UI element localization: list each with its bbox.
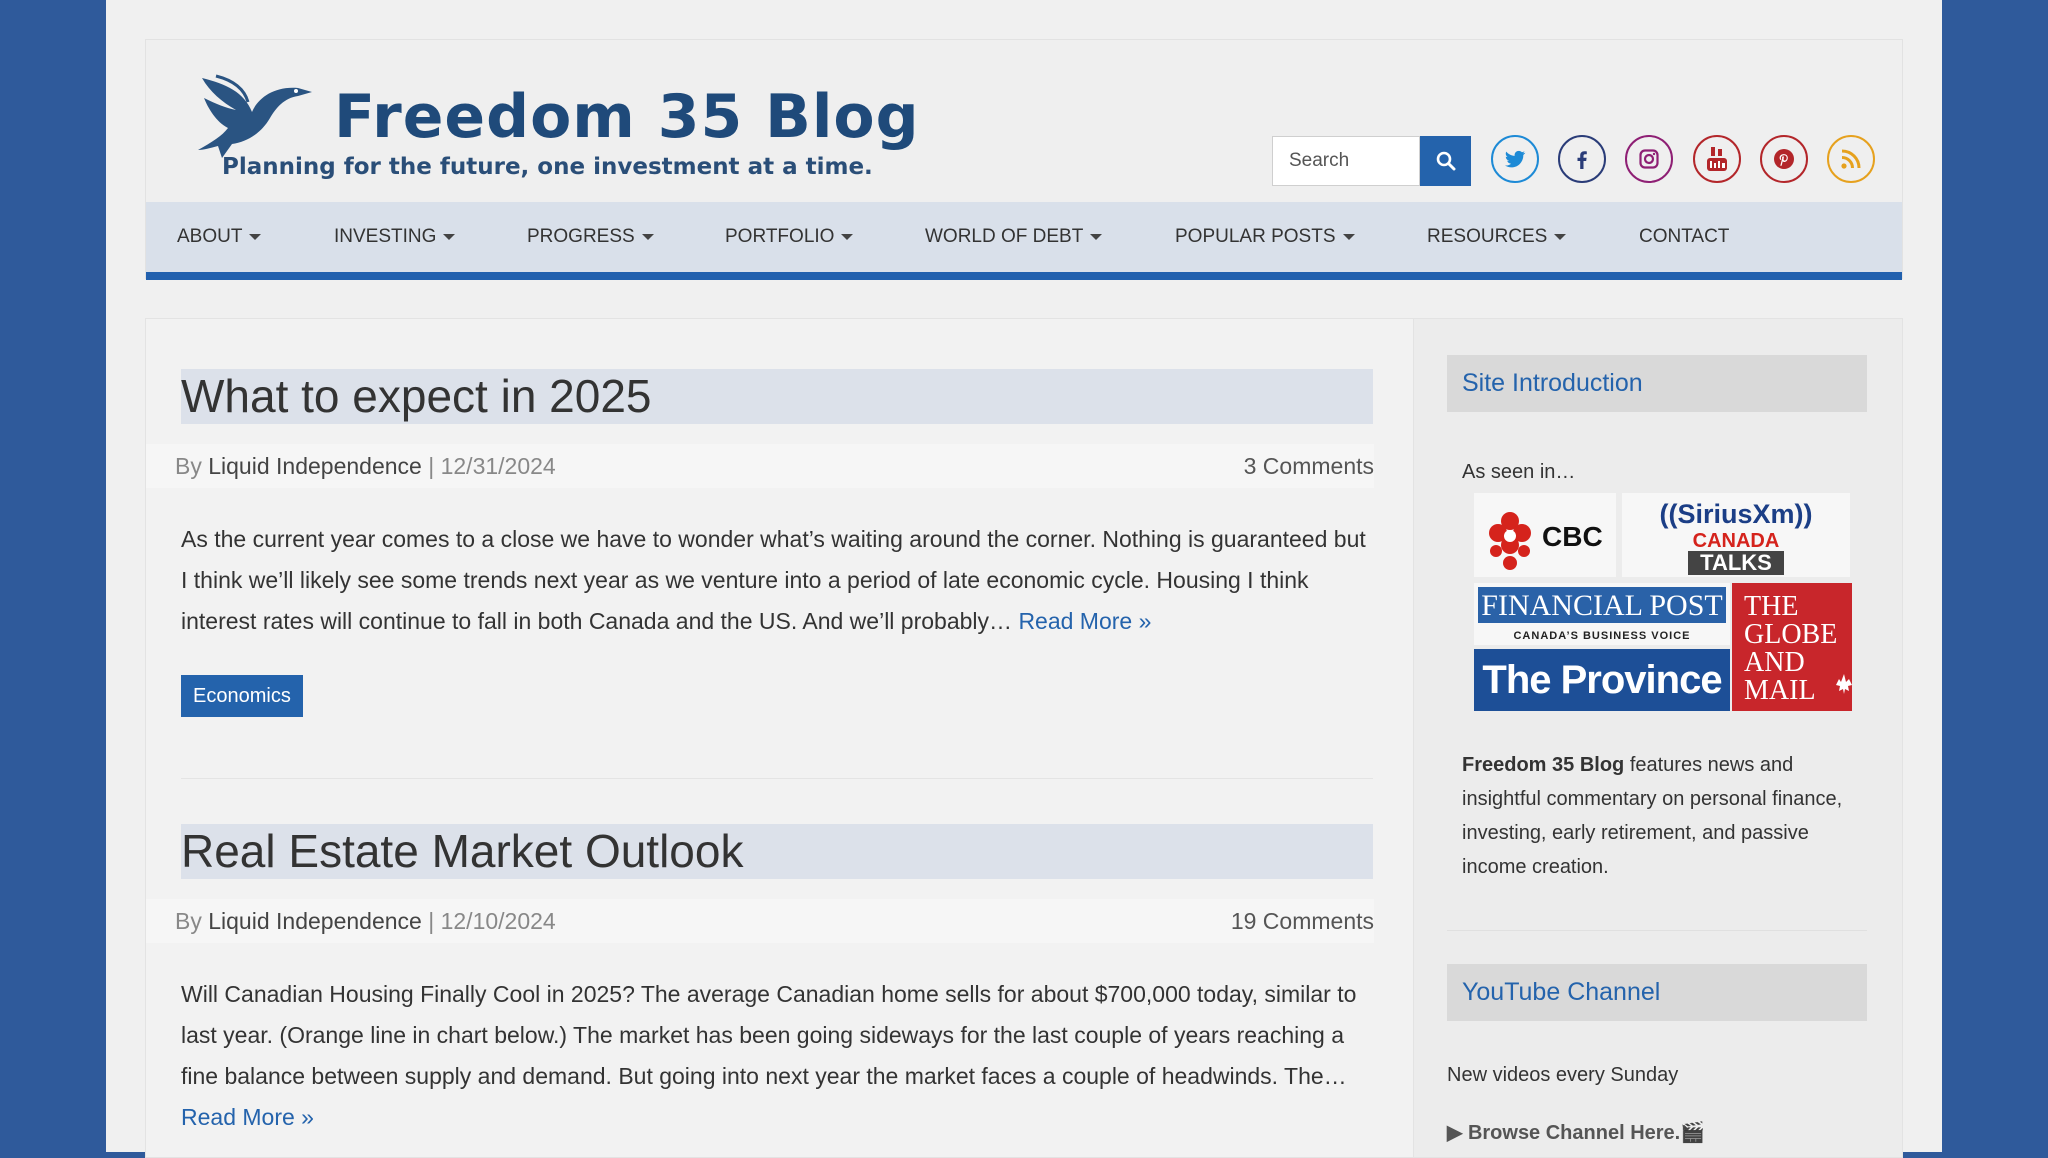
- post-title[interactable]: What to expect in 2025: [181, 369, 1373, 424]
- nav-label: Contact: [1639, 226, 1730, 247]
- pinterest-icon: [1774, 149, 1794, 169]
- post-date: 12/31/2024: [440, 453, 556, 479]
- rss-button[interactable]: [1827, 135, 1875, 183]
- nav-item-world-of-debt[interactable]: World of Debt: [925, 202, 1103, 272]
- intro-site-name: Freedom 35 Blog: [1462, 754, 1625, 776]
- search-icon: [1436, 151, 1455, 171]
- read-more-link[interactable]: Read More »: [1018, 608, 1151, 634]
- rss-icon: [1841, 149, 1861, 169]
- nav-item-resources[interactable]: Resources: [1427, 202, 1567, 272]
- post-divider: [181, 778, 1373, 779]
- browse-channel-link[interactable]: ▶ Browse Channel Here.🎬: [1447, 1120, 1705, 1145]
- post-byline: By Liquid Independence | 12/31/2024: [175, 444, 556, 488]
- post-byline: By Liquid Independence | 12/10/2024: [175, 899, 556, 943]
- svg-text:THE: THE: [1744, 591, 1798, 622]
- caret-down-icon: [1554, 233, 1567, 240]
- read-more-link[interactable]: Read More »: [181, 1104, 314, 1130]
- nav-item-about[interactable]: About: [177, 202, 262, 272]
- main-content: What to expect in 2025 By Liquid Indepen…: [145, 318, 1413, 1158]
- instagram-button[interactable]: [1625, 135, 1673, 183]
- cbc-logo: CBC: [1474, 493, 1616, 577]
- byline-prefix: By: [175, 453, 202, 479]
- meta-separator: |: [428, 908, 435, 934]
- siriusxm-logo: ((SiriusXm)) CANADA TALKS: [1622, 493, 1850, 577]
- site-title[interactable]: Freedom 35 Blog: [334, 82, 920, 152]
- main-navigation: About Investing Progress Portfolio World…: [146, 202, 1902, 280]
- youtube-button[interactable]: [1693, 135, 1741, 183]
- as-seen-in-label: As seen in…: [1462, 461, 1576, 483]
- youtube-subtitle: New videos every Sunday: [1447, 1064, 1679, 1086]
- svg-text:CANADA’S BUSINESS VOICE: CANADA’S BUSINESS VOICE: [1513, 630, 1690, 642]
- category-tag[interactable]: Economics: [181, 675, 303, 717]
- svg-text:MAIL: MAIL: [1744, 675, 1816, 706]
- site-intro-text: Freedom 35 Blog features news and insigh…: [1462, 748, 1862, 884]
- post-comments-link[interactable]: 19 Comments: [1231, 899, 1374, 943]
- post-title[interactable]: Real Estate Market Outlook: [181, 824, 1373, 879]
- caret-down-icon: [443, 233, 456, 240]
- facebook-icon: [1577, 151, 1587, 169]
- dove-logo-icon[interactable]: [196, 58, 316, 168]
- pinterest-button[interactable]: [1760, 135, 1808, 183]
- twitter-button[interactable]: [1491, 135, 1539, 183]
- post-excerpt: Will Canadian Housing Finally Cool in 20…: [181, 974, 1373, 1138]
- nav-item-contact[interactable]: Contact: [1639, 202, 1729, 272]
- caret-down-icon: [249, 233, 262, 240]
- caret-down-icon: [1342, 233, 1355, 240]
- nav-label: Investing: [334, 226, 437, 247]
- nav-label: Progress: [527, 226, 635, 247]
- widget-title-site-introduction: Site Introduction: [1447, 355, 1867, 412]
- media-logos: CBC ((SiriusXm)) CANADA TALKS FINANCIAL …: [1474, 493, 1852, 711]
- page: Freedom 35 Blog Planning for the future,…: [106, 0, 1942, 1158]
- post-meta: By Liquid Independence | 12/10/2024 19 C…: [146, 899, 1374, 943]
- nav-item-investing[interactable]: Investing: [334, 202, 456, 272]
- excerpt-text: Will Canadian Housing Finally Cool in 20…: [181, 981, 1357, 1089]
- svg-text:FINANCIAL POST: FINANCIAL POST: [1481, 589, 1722, 622]
- nav-label: Portfolio: [725, 226, 835, 247]
- svg-text:AND: AND: [1744, 647, 1805, 678]
- post-excerpt: As the current year comes to a close we …: [181, 519, 1373, 642]
- youtube-icon: [1707, 147, 1727, 171]
- sidebar: Site Introduction As seen in… CBC ((Siri…: [1413, 318, 1903, 1158]
- nav-item-portfolio[interactable]: Portfolio: [725, 202, 854, 272]
- svg-text:The Province: The Province: [1482, 658, 1721, 702]
- svg-text:TALKS: TALKS: [1700, 550, 1772, 575]
- financial-post-logo: FINANCIAL POST CANADA’S BUSINESS VOICE: [1474, 583, 1730, 645]
- caret-down-icon: [1090, 233, 1103, 240]
- caret-down-icon: [841, 233, 854, 240]
- site-tagline: Planning for the future, one investment …: [222, 154, 873, 180]
- search-input[interactable]: [1272, 136, 1420, 186]
- nav-label: About: [177, 226, 243, 247]
- nav-item-progress[interactable]: Progress: [527, 202, 654, 272]
- widget-title-youtube-channel: YouTube Channel: [1447, 964, 1867, 1021]
- sidebar-divider: [1447, 930, 1867, 931]
- facebook-button[interactable]: [1558, 135, 1606, 183]
- site-header: Freedom 35 Blog Planning for the future,…: [145, 39, 1903, 280]
- search-button[interactable]: [1420, 136, 1471, 186]
- instagram-icon: [1639, 149, 1659, 169]
- excerpt-text: As the current year comes to a close we …: [181, 526, 1366, 634]
- nav-label: Resources: [1427, 226, 1548, 247]
- post-comments-link[interactable]: 3 Comments: [1244, 444, 1374, 488]
- svg-text:CANADA: CANADA: [1693, 530, 1780, 552]
- post-author-link[interactable]: Liquid Independence: [208, 453, 422, 479]
- svg-text:CBC: CBC: [1542, 521, 1603, 552]
- post-author-link[interactable]: Liquid Independence: [208, 908, 422, 934]
- svg-text:((SiriusXm)): ((SiriusXm)): [1659, 499, 1812, 529]
- caret-down-icon: [641, 233, 654, 240]
- post-date: 12/10/2024: [440, 908, 556, 934]
- meta-separator: |: [428, 453, 435, 479]
- nav-label: World of Debt: [925, 226, 1084, 247]
- svg-text:GLOBE: GLOBE: [1744, 619, 1837, 650]
- twitter-icon: [1505, 150, 1526, 168]
- globe-and-mail-logo: THE GLOBE AND MAIL: [1732, 583, 1852, 711]
- nav-label: Popular Posts: [1175, 226, 1336, 247]
- byline-prefix: By: [175, 908, 202, 934]
- the-province-logo: The Province: [1474, 649, 1730, 711]
- nav-item-popular-posts[interactable]: Popular Posts: [1175, 202, 1355, 272]
- post-meta: By Liquid Independence | 12/31/2024 3 Co…: [146, 444, 1374, 488]
